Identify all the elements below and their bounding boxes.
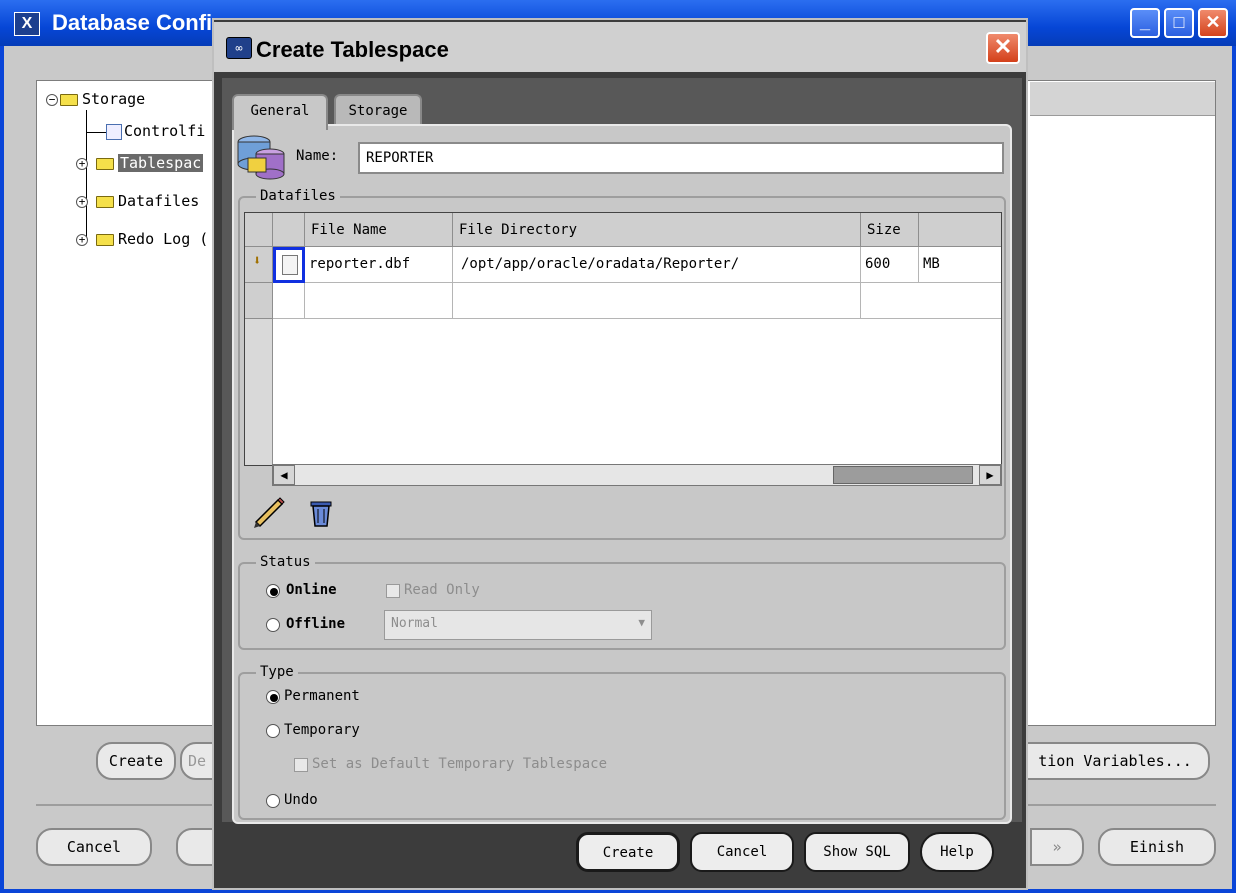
expand-icon[interactable]: + [76, 158, 88, 170]
tree-item-datafiles[interactable]: Datafiles [118, 192, 199, 210]
column-header-size[interactable]: Size [861, 213, 919, 247]
table-header-cell [273, 213, 305, 247]
show-sql-button[interactable]: Show SQL [804, 832, 910, 872]
permanent-radio[interactable] [266, 690, 280, 704]
folder-icon [96, 234, 114, 246]
cancel-button[interactable]: Cancel [690, 832, 794, 872]
file-icon [282, 255, 298, 275]
cell-size[interactable]: 600 [861, 247, 919, 283]
temporary-label: Temporary [284, 722, 360, 738]
row-header[interactable]: ⬇ [245, 247, 273, 283]
datafiles-table: File Name File Directory Size ⬇ reporter… [244, 212, 1002, 466]
table-row-selector[interactable] [273, 247, 305, 283]
help-button[interactable]: Help [920, 832, 994, 872]
database-icon [237, 135, 285, 180]
datafiles-group-title: Datafiles [256, 188, 340, 204]
default-temp-checkbox[interactable] [294, 758, 308, 772]
scroll-left-icon[interactable]: ◀ [273, 465, 295, 485]
folder-icon [60, 94, 78, 106]
controlfile-icon [106, 124, 122, 140]
type-group-title: Type [256, 664, 298, 680]
trash-icon[interactable] [306, 496, 336, 530]
bg-help-button[interactable] [176, 828, 216, 866]
tree-connector [86, 110, 87, 240]
folder-icon [96, 158, 114, 170]
bg-next-button[interactable]: » [1030, 828, 1084, 866]
temporary-radio[interactable] [266, 724, 280, 738]
cell-file-directory[interactable]: /opt/app/oracle/oradata/Reporter/ [453, 247, 861, 283]
permanent-label: Permanent [284, 688, 360, 704]
cell-unit[interactable]: MB [919, 247, 1001, 283]
undo-radio[interactable] [266, 794, 280, 808]
table-corner [245, 213, 273, 247]
row-header[interactable] [245, 283, 273, 319]
read-only-label: Read Only [404, 582, 480, 598]
tree-item-controlfile[interactable]: Controlfi [124, 122, 205, 140]
cell-file-name[interactable] [305, 283, 453, 319]
close-icon[interactable]: ✕ [1198, 8, 1228, 38]
folder-icon [96, 196, 114, 208]
pencil-icon[interactable] [252, 496, 286, 530]
offline-radio[interactable] [266, 618, 280, 632]
app-icon: X [14, 12, 40, 36]
column-header-file-name[interactable]: File Name [305, 213, 453, 247]
column-header-file-directory[interactable]: File Directory [453, 213, 861, 247]
column-header-unit [919, 213, 1001, 247]
close-icon[interactable]: ✕ [986, 32, 1020, 64]
read-only-checkbox[interactable] [386, 584, 400, 598]
table-row-selector[interactable] [273, 283, 305, 319]
dialog-title: Create Tablespace [256, 37, 449, 62]
scroll-right-icon[interactable]: ▶ [979, 465, 1001, 485]
expand-icon[interactable]: + [76, 234, 88, 246]
tree-item-tablespaces[interactable]: Tablespac [118, 154, 204, 172]
cell-file-directory[interactable] [453, 283, 861, 319]
online-label: Online [286, 582, 337, 598]
maximize-icon[interactable]: □ [1164, 8, 1194, 38]
offline-mode-select[interactable]: Normal ▼ [384, 610, 652, 640]
undo-label: Undo [284, 792, 318, 808]
tab-general[interactable]: General [232, 94, 328, 130]
create-button[interactable]: Create [576, 832, 680, 872]
name-label: Name: [296, 148, 339, 164]
cell-file-name[interactable]: reporter.dbf [305, 247, 453, 283]
bg-finish-button[interactable]: Einish [1098, 828, 1216, 866]
tree-connector [86, 132, 106, 133]
app-icon: ∞ [226, 37, 252, 59]
offline-mode-value: Normal [391, 616, 438, 631]
row-pointer-icon: ⬇ [253, 253, 262, 269]
background-window-title: Database Config [52, 10, 226, 35]
tab-storage[interactable]: Storage [334, 94, 422, 128]
status-group-title: Status [256, 554, 315, 570]
row-header-filler [245, 319, 273, 465]
tree-item-storage[interactable]: Storage [82, 90, 145, 108]
cell-size[interactable] [861, 283, 1001, 319]
tablespace-name-input[interactable]: REPORTER [358, 142, 1004, 174]
bg-create-button[interactable]: Create [96, 742, 176, 780]
list-header [1030, 82, 1215, 116]
offline-label: Offline [286, 616, 346, 632]
minimize-icon[interactable]: _ [1130, 8, 1160, 38]
horizontal-scrollbar[interactable]: ◀ ▶ [272, 464, 1002, 486]
online-radio[interactable] [266, 584, 280, 598]
scrollbar-thumb[interactable] [833, 466, 973, 484]
default-temp-label: Set as Default Temporary Tablespace [312, 756, 608, 772]
expand-icon[interactable]: + [76, 196, 88, 208]
tree-item-redo-log[interactable]: Redo Log ( [118, 230, 208, 248]
collapse-icon[interactable]: − [46, 94, 58, 106]
bg-variables-button[interactable]: tion Variables... [1020, 742, 1210, 780]
bg-cancel-button[interactable]: Cancel [36, 828, 152, 866]
dropdown-icon: ▼ [638, 616, 645, 629]
